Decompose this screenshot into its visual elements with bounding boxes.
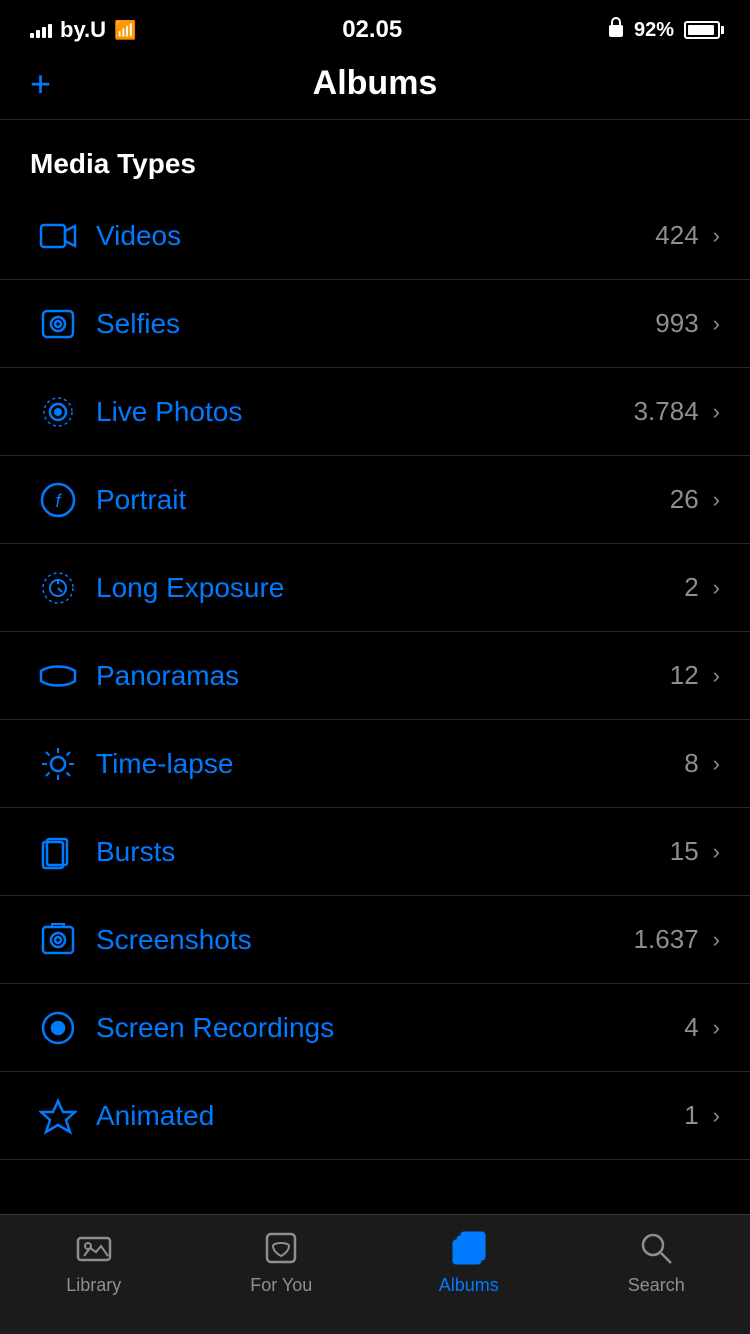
time-lapse-count: 8 [684,748,698,779]
animated-label: Animated [86,1100,684,1132]
animated-icon [30,1097,86,1135]
video-icon [30,217,86,255]
page-title: Albums [313,64,438,103]
for-you-tab-icon [260,1227,302,1269]
bursts-label: Bursts [86,836,670,868]
videos-count: 424 [655,220,698,251]
list-item-animated[interactable]: Animated 1 › [0,1072,750,1160]
long-exposure-chevron: › [713,575,720,601]
search-tab-label: Search [628,1275,685,1296]
timelapse-icon [30,745,86,783]
selfies-count: 993 [655,308,698,339]
long-exposure-count: 2 [684,572,698,603]
lock-icon [608,17,624,43]
list-item-selfies[interactable]: Selfies 993 › [0,280,750,368]
live-photos-icon [30,393,86,431]
portrait-count: 26 [670,484,699,515]
list-item-portrait[interactable]: f Portrait 26 › [0,456,750,544]
battery-indicator [684,21,720,39]
panoramas-count: 12 [670,660,699,691]
animated-chevron: › [713,1103,720,1129]
tab-albums[interactable]: Albums [375,1227,563,1296]
panorama-icon [30,657,86,695]
carrier-label: by.U [60,17,106,43]
tab-for-you[interactable]: For You [188,1227,376,1296]
library-tab-label: Library [66,1275,121,1296]
list-item-panoramas[interactable]: Panoramas 12 › [0,632,750,720]
tab-library[interactable]: Library [0,1227,188,1296]
search-tab-icon [635,1227,677,1269]
signal-bars [30,22,52,38]
long-exposure-label: Long Exposure [86,572,684,604]
time-lapse-chevron: › [713,751,720,777]
albums-tab-icon [448,1227,490,1269]
time-lapse-label: Time-lapse [86,748,684,780]
list-item-bursts[interactable]: Bursts 15 › [0,808,750,896]
screenshots-count: 1.637 [634,924,699,955]
battery-percent: 92% [634,19,674,42]
screenshot-icon [30,921,86,959]
tab-bar: Library For You Albums [0,1214,750,1334]
videos-label: Videos [86,220,655,252]
bursts-chevron: › [713,839,720,865]
animated-count: 1 [684,1100,698,1131]
selfie-icon [30,305,86,343]
screen-recording-icon [30,1009,86,1047]
status-left: by.U 📶 [30,17,136,43]
selfies-chevron: › [713,311,720,337]
screenshots-label: Screenshots [86,924,634,956]
live-photos-chevron: › [713,399,720,425]
panoramas-label: Panoramas [86,660,670,692]
list-item-time-lapse[interactable]: Time-lapse 8 › [0,720,750,808]
live-photos-label: Live Photos [86,396,634,428]
panoramas-chevron: › [713,663,720,689]
add-album-button[interactable]: + [30,66,80,102]
screen-recordings-chevron: › [713,1015,720,1041]
screen-recordings-count: 4 [684,1012,698,1043]
status-bar: by.U 📶 02.05 92% [0,0,750,54]
media-types-section-header: Media Types [0,120,750,192]
list-item-videos[interactable]: Videos 424 › [0,192,750,280]
portrait-icon: f [30,481,86,519]
portrait-label: Portrait [86,484,670,516]
library-tab-icon [73,1227,115,1269]
tab-search[interactable]: Search [563,1227,750,1296]
list-item-screen-recordings[interactable]: Screen Recordings 4 › [0,984,750,1072]
portrait-chevron: › [713,487,720,513]
for-you-tab-label: For You [250,1275,312,1296]
bursts-count: 15 [670,836,699,867]
list-item-long-exposure[interactable]: Long Exposure 2 › [0,544,750,632]
screenshots-chevron: › [713,927,720,953]
nav-bar: + Albums [0,54,750,120]
videos-chevron: › [713,223,720,249]
content-area: Media Types Videos 424 › Selfies 993 › [0,120,750,1290]
status-right: 92% [608,17,720,43]
list-item-live-photos[interactable]: Live Photos 3.784 › [0,368,750,456]
screen-recordings-label: Screen Recordings [86,1012,684,1044]
list-item-screenshots[interactable]: Screenshots 1.637 › [0,896,750,984]
albums-tab-label: Albums [439,1275,499,1296]
selfies-label: Selfies [86,308,655,340]
wifi-icon: 📶 [114,20,136,41]
time-display: 02.05 [342,16,402,44]
long-exposure-icon [30,569,86,607]
bursts-icon [30,833,86,871]
svg-text:f: f [55,491,62,511]
live-photos-count: 3.784 [634,396,699,427]
media-types-title: Media Types [30,148,720,180]
